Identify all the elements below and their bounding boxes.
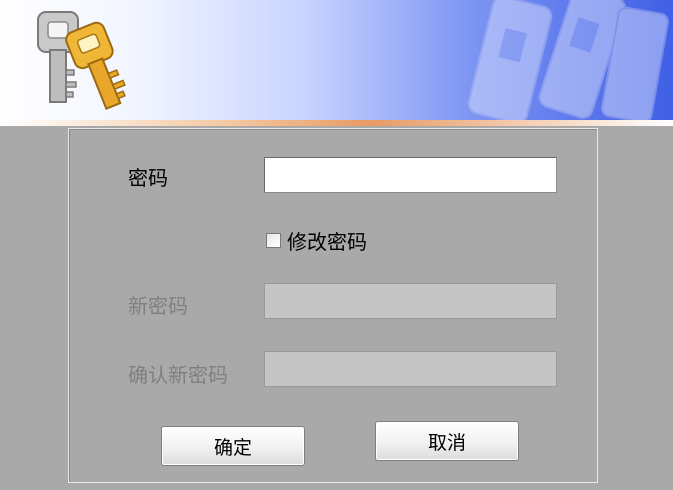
change-password-toggle[interactable]: 修改密码 [266,226,367,255]
new-password-label: 新密码 [128,294,188,318]
change-password-checkbox-label: 修改密码 [287,230,367,254]
password-label: 密码 [128,166,168,190]
confirm-password-label: 确认新密码 [128,363,228,387]
password-input[interactable] [264,157,557,193]
keys-watermark-icon [467,0,669,120]
header-banner [0,0,673,120]
banner-divider [0,120,673,126]
keys-icon [37,11,126,110]
change-password-checkbox[interactable] [266,233,281,248]
new-password-input[interactable] [264,283,557,319]
confirm-password-input[interactable] [264,351,557,387]
cancel-button[interactable]: 取消 [375,421,519,461]
ok-button[interactable]: 确定 [161,426,305,466]
